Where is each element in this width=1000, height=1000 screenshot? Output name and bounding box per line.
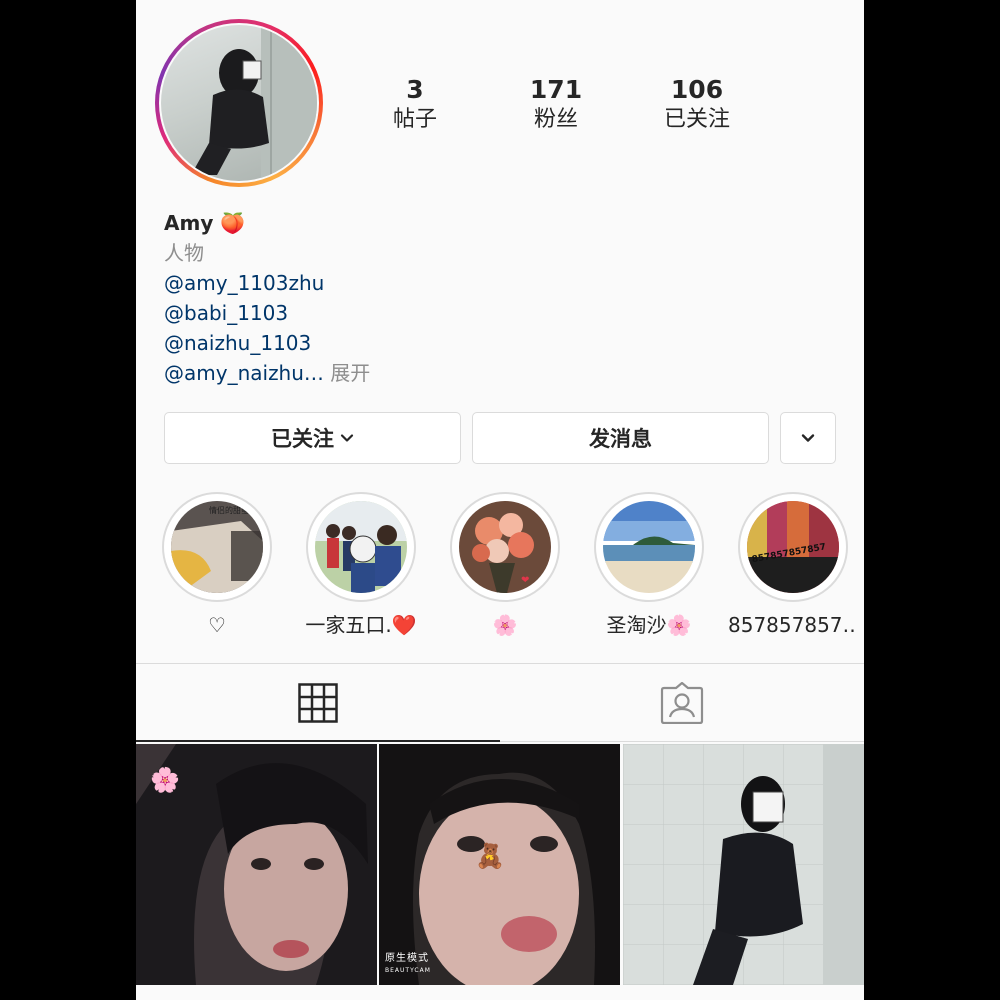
following-count-value: 106 [670,75,724,104]
following-button-label: 已关注 [271,427,334,451]
following-count[interactable]: 106 已关注 [637,75,757,135]
followers-count[interactable]: 171 粉丝 [496,75,616,135]
svg-text:❤: ❤ [521,575,529,586]
story-highlight[interactable]: 857857857857 857857857… [728,492,858,638]
highlight-label: 🌸 [492,613,518,637]
profile-category: 人物 [164,241,204,265]
highlight-label: ♡ [208,613,226,637]
posts-count-value: 3 [406,75,424,104]
post-thumbnail[interactable]: 🌸 [136,744,377,985]
tagged-icon [660,682,704,724]
followers-count-value: 171 [529,75,583,104]
profile-bio: Amy 🍑 人物 @amy_1103zhu @babi_1103 @naizhu… [164,208,844,388]
suggested-accounts-button[interactable] [780,412,836,464]
svg-text:🌸: 🌸 [150,766,180,794]
grid-icon [298,683,338,723]
profile-screen: 3 帖子 171 粉丝 106 已关注 Amy 🍑 人物 @amy_1103zh… [136,0,864,1000]
following-count-label: 已关注 [663,107,730,132]
bio-link-mention[interactable]: @naizhu_1103 [164,328,844,358]
post-thumbnail[interactable]: 🧸 原生模式 BEAUTYCAM [379,744,620,985]
following-button[interactable]: 已关注 [164,412,461,464]
chevron-down-icon [340,431,354,445]
profile-avatar[interactable] [155,19,323,187]
bio-link-mention[interactable]: @babi_1103 [164,298,844,328]
post-thumbnail[interactable] [623,744,864,985]
tabs-divider [500,741,864,742]
message-button-label: 发消息 [589,427,652,451]
bio-link-mention[interactable]: @amy_1103zhu [164,268,844,298]
story-highlight[interactable]: 圣淘沙🌸 [584,492,714,638]
story-highlight[interactable]: 一家五口.❤️ [296,492,426,638]
highlight-cover: ❤ [450,492,560,602]
svg-text:🧸: 🧸 [475,842,505,870]
highlight-cover [306,492,416,602]
post-watermark: 原生模式 BEAUTYCAM [385,953,431,974]
highlight-cover: 情侣的甜蜜 [162,492,272,602]
tab-grid[interactable] [136,664,500,742]
bio-expand-link[interactable]: 展开 [330,361,370,385]
highlight-label: 857857857… [728,613,858,637]
bio-link-mention[interactable]: @amy_naizhu… [164,361,324,385]
posts-count[interactable]: 3 帖子 [355,75,475,135]
followers-count-label: 粉丝 [533,107,578,132]
story-highlight[interactable]: ❤ 🌸 [440,492,570,638]
highlight-overlay-text: 情侣的甜蜜 [209,505,249,515]
posts-count-label: 帖子 [392,107,437,132]
highlight-label: 圣淘沙🌸 [606,613,692,637]
highlight-cover: 857857857857 [738,492,848,602]
highlight-label: 一家五口.❤️ [305,613,417,637]
highlight-cover [594,492,704,602]
story-highlight[interactable]: 情侣的甜蜜 ♡ [152,492,282,638]
active-tab-indicator [136,740,500,742]
message-button[interactable]: 发消息 [472,412,769,464]
profile-name: Amy 🍑 [164,211,246,235]
tab-tagged[interactable] [500,664,864,742]
chevron-down-icon [800,430,816,446]
